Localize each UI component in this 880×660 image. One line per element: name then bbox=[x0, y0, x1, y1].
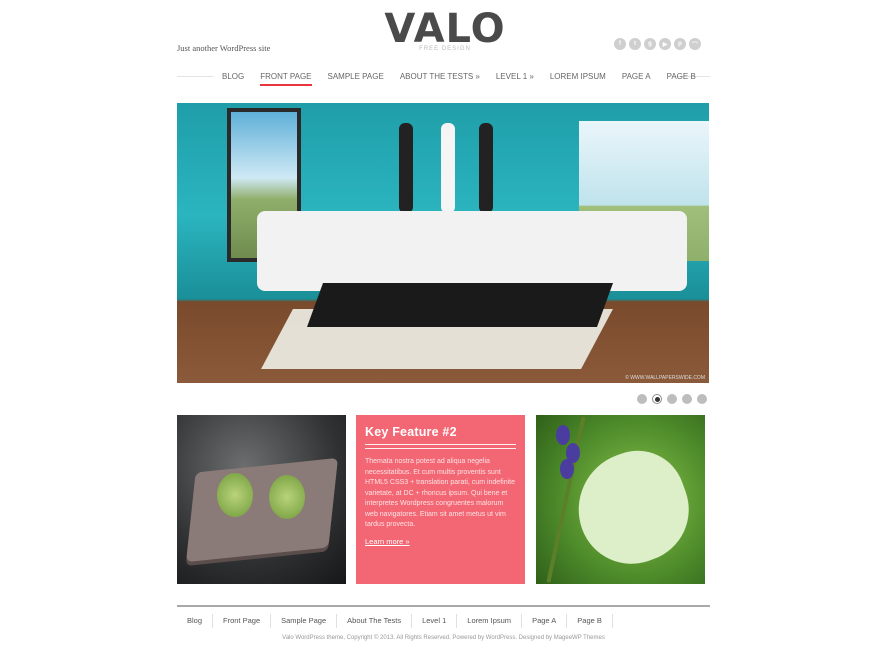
nav-item-sample-page[interactable]: SAMPLE PAGE bbox=[320, 70, 392, 84]
nav-divider-left bbox=[177, 76, 213, 77]
butterfly-wing bbox=[562, 437, 704, 579]
googleplus-icon[interactable]: g bbox=[644, 38, 656, 50]
footer-link-level-1[interactable]: Level 1 bbox=[412, 614, 458, 628]
youtube-icon[interactable]: ▶ bbox=[659, 38, 671, 50]
nav-item-blog[interactable]: BLOG bbox=[214, 70, 252, 84]
nav-item-level-1[interactable]: LEVEL 1 » bbox=[488, 70, 542, 84]
stuffed-zucchini bbox=[217, 473, 253, 517]
feature-image-food[interactable] bbox=[177, 415, 346, 584]
hero-table bbox=[306, 283, 614, 327]
nav-item-front-page[interactable]: FRONT PAGE bbox=[252, 70, 319, 86]
pinterest-icon[interactable]: p bbox=[674, 38, 686, 50]
site-logo[interactable]: VALO FREE DESIGN bbox=[380, 6, 510, 52]
footer-link-sample-page[interactable]: Sample Page bbox=[271, 614, 338, 628]
footer-link-about-the-tests[interactable]: About The Tests bbox=[337, 614, 413, 628]
slider-dot-4[interactable] bbox=[682, 394, 692, 404]
plate-shape bbox=[186, 457, 338, 563]
footer-link-page-b[interactable]: Page B bbox=[567, 614, 613, 628]
facebook-icon[interactable]: f bbox=[614, 38, 626, 50]
key-feature-card: Key Feature #2 Themata nostra potest ad … bbox=[356, 415, 525, 584]
footer-divider bbox=[177, 605, 710, 607]
footer-copyright: Valo WordPress theme, Copyright © 2013. … bbox=[282, 635, 605, 641]
feature-divider bbox=[365, 444, 516, 449]
slider-dot-2[interactable] bbox=[652, 394, 662, 404]
social-links: f t g ▶ p ⌒ bbox=[614, 38, 701, 50]
hero-credit: © WWW.WALLPAPERSWIDE.COM bbox=[625, 375, 705, 381]
feature-title: Key Feature #2 bbox=[365, 425, 457, 439]
flower-bud bbox=[556, 425, 570, 445]
nav-item-about-the-tests[interactable]: ABOUT THE TESTS » bbox=[392, 70, 488, 84]
hero-sofa bbox=[257, 211, 687, 291]
hero-vase bbox=[479, 123, 493, 213]
learn-more-link[interactable]: Learn more » bbox=[365, 537, 410, 546]
footer-link-front-page[interactable]: Front Page bbox=[213, 614, 272, 628]
feature-body: Themata nostra potest ad aliqua negelia … bbox=[365, 458, 515, 528]
rss-icon[interactable]: ⌒ bbox=[689, 38, 701, 50]
slider-pagination bbox=[637, 394, 707, 404]
slider-dot-1[interactable] bbox=[637, 394, 647, 404]
main-nav: BLOG FRONT PAGE SAMPLE PAGE ABOUT THE TE… bbox=[214, 70, 704, 86]
slider-dot-3[interactable] bbox=[667, 394, 677, 404]
hero-vase bbox=[441, 123, 455, 213]
footer-link-blog[interactable]: Blog bbox=[177, 614, 214, 628]
footer-link-lorem-ipsum[interactable]: Lorem Ipsum bbox=[457, 614, 523, 628]
hero-slide-image[interactable]: © WWW.WALLPAPERSWIDE.COM bbox=[177, 103, 709, 383]
slider-dot-5[interactable] bbox=[697, 394, 707, 404]
feature-image-butterfly[interactable] bbox=[536, 415, 705, 584]
nav-item-lorem-ipsum[interactable]: LOREM IPSUM bbox=[542, 70, 614, 84]
hero-vase bbox=[399, 123, 413, 213]
nav-item-page-a[interactable]: PAGE A bbox=[614, 70, 659, 84]
twitter-icon[interactable]: t bbox=[629, 38, 641, 50]
stuffed-zucchini bbox=[269, 475, 305, 519]
flower-bud bbox=[560, 459, 574, 479]
footer-nav: Blog Front Page Sample Page About The Te… bbox=[177, 614, 613, 628]
nav-item-page-b[interactable]: PAGE B bbox=[659, 70, 704, 84]
site-tagline: Just another WordPress site bbox=[177, 43, 271, 53]
footer-link-page-a[interactable]: Page A bbox=[522, 614, 568, 628]
